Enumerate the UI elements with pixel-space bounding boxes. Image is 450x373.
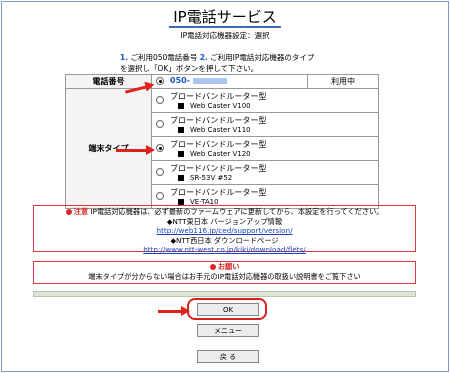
notice-tag: 注意 <box>73 207 89 216</box>
page-subtitle: IP電話対応機器設定：選択 <box>180 31 270 40</box>
step-number-1: 1. <box>120 53 129 62</box>
ok-button[interactable]: OK <box>197 303 259 316</box>
option-type: ブロードバンドルーター型 <box>170 188 267 197</box>
west-link[interactable]: http://www.ntt-west.co.jp/kiki/download/… <box>143 245 306 254</box>
notice-text: IP電話対応機器は、必ず最新のファームウェアに更新してから、本設定を行ってくださ… <box>90 207 384 216</box>
west-label: ◆NTT西日本 ダウンロードページ <box>170 235 279 245</box>
page-title: IP電話サービス <box>0 6 450 28</box>
phone-status: 利用中 <box>307 74 379 89</box>
step-number-2: 2. <box>199 53 208 62</box>
phone-number-value: 050- <box>170 76 228 85</box>
phone-radio[interactable] <box>156 77 164 85</box>
terminal-option-v120[interactable]: ブロードバンドルーター型 Web Caster V120 <box>151 136 379 161</box>
advice-box: お願い 端末タイプが分からない場合はお手元のIP電話対応機器の取扱い説明書をご覧… <box>33 261 416 284</box>
step-text-3: を選択し「OK」ボタンを押して下さい。 <box>120 64 259 73</box>
terminal-option-v100[interactable]: ブロードバンドルーター型 Web Caster V100 <box>151 88 379 113</box>
advice-tag: お願い <box>217 262 240 271</box>
divider-bar <box>33 291 416 297</box>
step-text-1: ご利用050電話番号 <box>130 53 198 62</box>
option-type: ブロードバンドルーター型 <box>170 140 267 149</box>
instructions: 1. ご利用050電話番号 2. ご利用IP電話対応機器のタイプ を選択し「OK… <box>120 52 360 74</box>
step-text-2: ご利用IP電話対応機器のタイプ <box>210 53 315 62</box>
settings-table: 電話番号 050- 利用中 端末タイプ ブロードバンドルーター型 Web Cas… <box>65 74 379 209</box>
notice-box: 注意 IP電話対応機器は、必ず最新のファームウェアに更新してから、本設定を行って… <box>33 205 416 254</box>
option-model: Web Caster V110 <box>178 126 251 134</box>
warning-icon <box>65 209 72 215</box>
radio-v110[interactable] <box>156 120 164 128</box>
option-type: ブロードバンドルーター型 <box>170 116 267 125</box>
terminal-option-sr53v[interactable]: ブロードバンドルーター型 SR-53V #52 <box>151 160 379 185</box>
menu-button[interactable]: メニュー <box>197 324 259 337</box>
info-icon <box>209 264 216 270</box>
pointer-arrow-terminal <box>116 145 155 155</box>
pointer-arrow-ok <box>158 306 190 316</box>
radio-veta10[interactable] <box>156 192 164 200</box>
back-button[interactable]: 戻 る <box>197 350 259 363</box>
option-model: Web Caster V120 <box>178 150 251 158</box>
radio-sr53v[interactable] <box>156 168 164 176</box>
terminal-option-v110[interactable]: ブロードバンドルーター型 Web Caster V110 <box>151 112 379 137</box>
option-model: SR-53V #52 <box>178 174 232 182</box>
option-type: ブロードバンドルーター型 <box>170 164 267 173</box>
radio-v120[interactable] <box>156 144 164 152</box>
advice-text: 端末タイプが分からない場合はお手元のIP電話対応機器の取扱い説明書をご覧下さい <box>88 272 361 281</box>
option-model: Web Caster V100 <box>178 102 251 110</box>
radio-v100[interactable] <box>156 96 164 104</box>
east-label: ◆NTT東日本 バージョンアップ情報 <box>166 216 283 226</box>
east-link[interactable]: http://web116.jp/ced/support/version/ <box>157 226 293 235</box>
phone-number-option[interactable]: 050- <box>151 74 308 89</box>
option-type: ブロードバンドルーター型 <box>170 92 267 101</box>
